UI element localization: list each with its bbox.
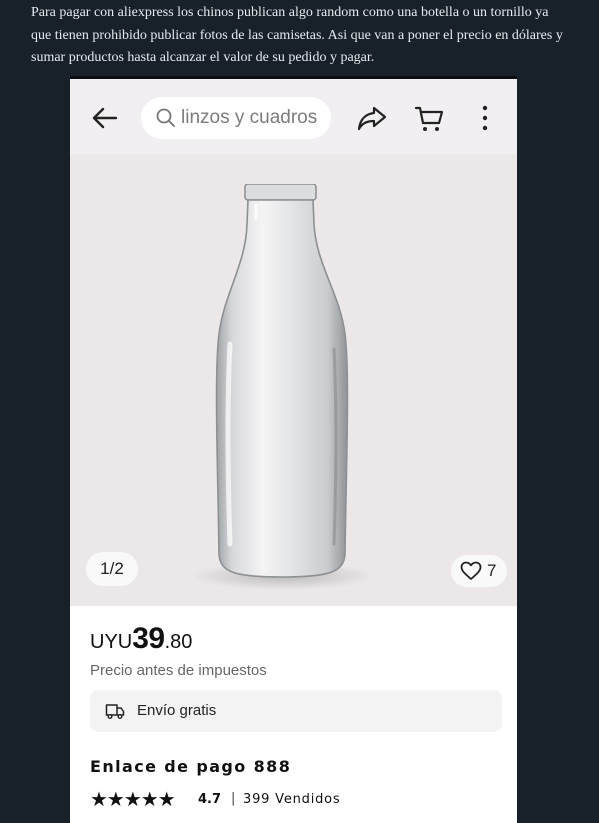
star-rating-icon: ★★★★★ bbox=[90, 787, 176, 811]
arrow-left-icon[interactable] bbox=[90, 103, 120, 133]
rating-row[interactable]: ★★★★★ 4.7 | 399 Vendidos bbox=[90, 787, 490, 811]
cart-icon[interactable] bbox=[414, 103, 444, 133]
rating-separator: | bbox=[231, 791, 236, 806]
price-decimal: .80 bbox=[164, 631, 193, 653]
search-input[interactable]: linzos y cuadros bbox=[141, 97, 331, 139]
heart-icon bbox=[460, 561, 482, 580]
top-bar: linzos y cuadros bbox=[70, 79, 517, 154]
glass-bottle-image bbox=[191, 184, 370, 590]
shipping-info[interactable]: Envío gratis bbox=[90, 690, 502, 732]
rating-value: 4.7 bbox=[198, 792, 222, 807]
wishlist-button[interactable]: 7 bbox=[451, 555, 507, 587]
sold-count: 399 Vendidos bbox=[243, 792, 341, 807]
price-note: Precio antes de impuestos bbox=[90, 662, 267, 679]
price-currency: UYU bbox=[90, 631, 133, 653]
truck-icon bbox=[105, 704, 125, 719]
search-icon bbox=[156, 108, 175, 127]
likes-count: 7 bbox=[487, 561, 497, 580]
post-text: Para pagar con aliexpress los chinos pub… bbox=[31, 5, 563, 65]
product-gallery[interactable]: 1/2 7 bbox=[70, 154, 517, 606]
shipping-label: Envío gratis bbox=[137, 702, 217, 719]
product-title: Enlace de pago 888 bbox=[90, 757, 292, 776]
product-price: UYU39.80 bbox=[90, 622, 192, 656]
more-vertical-icon[interactable] bbox=[472, 103, 498, 133]
share-icon[interactable] bbox=[356, 103, 388, 133]
aliexpress-screenshot: linzos y cuadros 1/2 7 UYU39.80 Precio a… bbox=[70, 76, 517, 823]
search-placeholder: linzos y cuadros bbox=[181, 107, 318, 128]
price-integer: 39 bbox=[132, 622, 165, 655]
image-pager: 1/2 bbox=[86, 552, 138, 586]
